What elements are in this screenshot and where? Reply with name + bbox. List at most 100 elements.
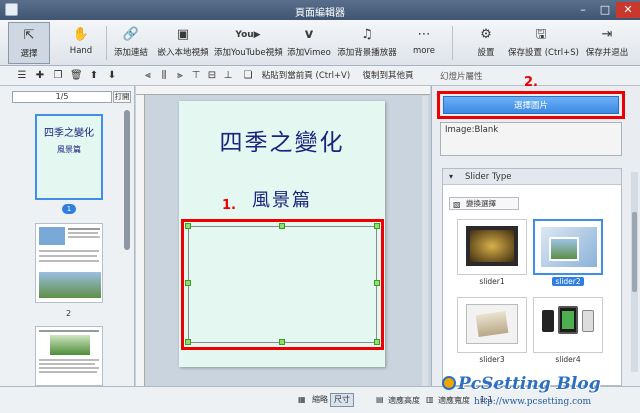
save-button[interactable]: 🖫 保存設置 (Ctrl+S) <box>508 22 579 64</box>
slider-option-label: slider4 <box>555 355 581 364</box>
page-indicator[interactable]: 1/5 <box>12 91 112 103</box>
resize-handle[interactable] <box>185 223 191 229</box>
slider-preview <box>549 237 579 261</box>
image-value-field: Image:Blank <box>440 122 622 156</box>
move-down-icon[interactable]: ⬇ <box>106 69 118 83</box>
link-icon: 🔗 <box>122 27 140 42</box>
photo-thumbnail <box>39 227 65 245</box>
fit-width-icon[interactable]: ▥ <box>426 395 434 404</box>
list-icon[interactable]: ☰ <box>16 69 28 83</box>
fit-height-icon[interactable]: ▤ <box>376 395 384 404</box>
align-top-icon[interactable]: ⊤ <box>190 69 202 83</box>
title-bar: 頁面編輯器 – □ ✕ <box>0 0 640 20</box>
slider-option-1[interactable] <box>457 219 527 275</box>
copy-to-other-pages-button[interactable]: 復制到其他頁 <box>356 69 420 83</box>
slider-option-4[interactable] <box>533 297 603 353</box>
select-tool-button[interactable]: ⇱ 選擇 <box>8 22 50 64</box>
grid-icon[interactable]: ▦ <box>298 395 306 404</box>
watermark-logo-icon <box>442 376 456 390</box>
save-exit-button[interactable]: ⇥ 保存并退出 <box>580 22 634 64</box>
resize-handle[interactable] <box>279 339 285 345</box>
properties-panel-title: 幻燈片屬性 <box>440 72 483 82</box>
canvas-scrollbar[interactable] <box>422 96 428 386</box>
phone-icon <box>542 310 554 332</box>
properties-scrollbar[interactable] <box>631 172 638 372</box>
more-icon: ⋯ <box>417 27 431 42</box>
phone-icon <box>582 310 594 332</box>
slider-option-label: slider1 <box>479 277 505 286</box>
transition-select[interactable]: ▧ 變換選擇 <box>449 197 519 210</box>
slider-preview <box>470 230 514 262</box>
slider-option-3[interactable] <box>457 297 527 353</box>
save-icon: 🖫 <box>535 27 547 42</box>
more-button[interactable]: ⋯ more <box>404 22 444 64</box>
chevron-down-icon: ▾ <box>449 172 454 181</box>
hand-icon: ✋ <box>72 27 90 42</box>
embed-video-button[interactable]: ▣ 嵌入本地視頻 <box>156 22 210 64</box>
add-youtube-button[interactable]: You▶ 添加YouTube視頻 <box>214 22 283 64</box>
open-button[interactable]: 打開 <box>113 91 131 103</box>
copy-icon[interactable]: ❏ <box>242 69 254 83</box>
image-placeholder[interactable] <box>181 219 384 350</box>
page-number-badge: 1 <box>62 204 76 214</box>
align-bottom-icon[interactable]: ⊥ <box>222 69 234 83</box>
annotation-step-1: 1. <box>222 198 236 213</box>
secondary-toolbar: ☰ ✚ ❐ 🗑 ⬆ ⬇ ⫷ ⫼ ⫸ ⊤ ⊟ ⊥ ❏ 粘貼到當前頁 (Ctrl+V… <box>0 66 640 86</box>
watermark-url: http://www.pcsetting.com <box>474 397 592 407</box>
page-canvas[interactable]: 四季之變化 風景篇 <box>179 101 385 367</box>
photo-thumbnail <box>39 272 101 298</box>
canvas-area: 四季之變化 風景篇 1. <box>136 86 430 386</box>
align-center-icon[interactable]: ⫼ <box>158 69 170 83</box>
vertical-ruler <box>136 95 145 386</box>
image-icon: ▧ <box>453 200 461 209</box>
page-number: 2 <box>66 309 72 318</box>
minimize-button[interactable]: – <box>572 2 594 18</box>
page-thumbnail-3[interactable] <box>35 326 103 386</box>
resize-handle[interactable] <box>374 223 380 229</box>
add-page-icon[interactable]: ✚ <box>34 69 46 83</box>
resize-handle[interactable] <box>374 280 380 286</box>
slider-preview <box>475 311 509 337</box>
resize-handle[interactable] <box>185 280 191 286</box>
add-vimeo-button[interactable]: v 添加Vimeo <box>286 22 332 64</box>
close-button[interactable]: ✕ <box>616 2 640 18</box>
highlight-frame: 選擇圖片 <box>437 91 625 119</box>
add-bg-music-button[interactable]: ♫ 添加背景播放器 <box>336 22 398 64</box>
align-right-icon[interactable]: ⫸ <box>174 69 186 83</box>
exit-icon: ⇥ <box>601 27 613 42</box>
move-up-icon[interactable]: ⬆ <box>88 69 100 83</box>
settings-button[interactable]: ⚙ 設置 <box>468 22 504 64</box>
add-link-button[interactable]: 🔗 添加連結 <box>110 22 152 64</box>
pages-scrollbar[interactable] <box>124 110 130 250</box>
resize-handle[interactable] <box>279 223 285 229</box>
hand-tool-button[interactable]: ✋ Hand <box>60 22 102 64</box>
photo-thumbnail <box>50 335 90 355</box>
align-middle-icon[interactable]: ⊟ <box>206 69 218 83</box>
page-thumbnail-2[interactable] <box>35 223 103 303</box>
page-subtitle-text[interactable]: 風景篇 <box>179 186 385 212</box>
thumbnail-view-button[interactable]: 縮略 <box>308 393 332 407</box>
tablet-icon <box>558 306 578 334</box>
pointer-icon: ⇱ <box>23 28 35 43</box>
window-title: 頁面編輯器 <box>295 8 345 19</box>
fullsize-view-button[interactable]: 尺寸 <box>330 393 354 407</box>
annotation-step-2: 2. <box>524 75 538 90</box>
delete-icon[interactable]: 🗑 <box>70 69 83 83</box>
resize-handle[interactable] <box>374 339 380 345</box>
slider-option-label: slider2 <box>533 277 603 286</box>
select-image-button[interactable]: 選擇圖片 <box>443 96 619 114</box>
slider-option-2[interactable] <box>533 219 603 275</box>
slider-type-header[interactable]: ▾ Slider Type <box>443 169 621 185</box>
duplicate-icon[interactable]: ❐ <box>52 69 64 83</box>
slider-option-label: slider3 <box>479 355 505 364</box>
film-icon: ▣ <box>176 27 190 42</box>
properties-panel: 2. 選擇圖片 Image:Blank ▾ Slider Type ▧ 變換選擇… <box>431 75 640 386</box>
fit-height-label[interactable]: 適應高度 <box>388 395 420 406</box>
resize-handle[interactable] <box>185 339 191 345</box>
page-thumbnail-1[interactable]: 四季之變化 風景篇 <box>35 114 103 200</box>
paste-current-page-button[interactable]: 粘貼到當前頁 (Ctrl+V) <box>256 69 356 83</box>
align-left-icon[interactable]: ⫷ <box>142 69 154 83</box>
page-title-text[interactable]: 四季之變化 <box>179 123 385 157</box>
pages-panel: 1/5 打開 四季之變化 風景篇 1 2 <box>0 86 135 386</box>
maximize-button[interactable]: □ <box>594 2 616 18</box>
